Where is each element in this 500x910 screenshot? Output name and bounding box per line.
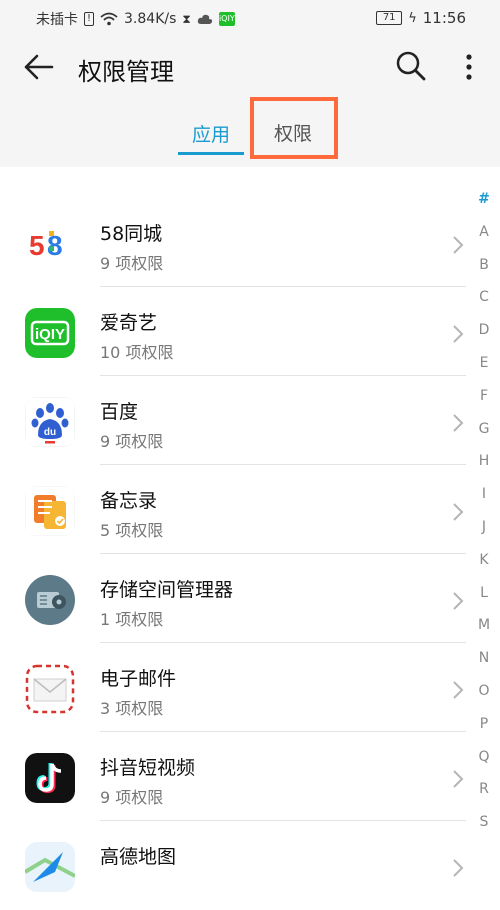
- app-name: 存储空间管理器: [100, 579, 234, 601]
- index-letter[interactable]: R: [472, 778, 496, 811]
- index-letter[interactable]: Q: [472, 746, 496, 779]
- tab-bar: 应用 权限: [0, 97, 500, 167]
- alert-icon: !: [84, 12, 95, 26]
- index-letter[interactable]: S: [472, 811, 496, 844]
- index-letter[interactable]: E: [472, 352, 496, 385]
- email-icon: [25, 664, 75, 714]
- charging-icon: ϟ: [408, 10, 417, 26]
- 58-tongcheng-icon: 5 8: [25, 219, 75, 269]
- app-notification-icon: iQIY: [218, 12, 235, 26]
- chevron-right-icon: [453, 414, 464, 432]
- list-item[interactable]: iQIY 爱奇艺 10 项权限: [0, 287, 470, 376]
- list-item[interactable]: 存储空间管理器 1 项权限: [0, 554, 470, 643]
- tab-permissions[interactable]: 权限: [250, 97, 338, 159]
- svg-text:iQIY: iQIY: [35, 326, 65, 343]
- more-options-icon[interactable]: [460, 50, 478, 84]
- app-name: 58同城: [100, 223, 163, 245]
- app-permission-count: 10 项权限: [100, 343, 174, 362]
- app-name: 高德地图: [100, 846, 177, 868]
- alphabet-index[interactable]: # A B C D E F G H I J K L M N O P Q R S: [472, 188, 496, 844]
- app-name: 备忘录: [100, 490, 158, 512]
- chevron-right-icon: [453, 681, 464, 699]
- index-letter[interactable]: D: [472, 319, 496, 352]
- tab-active-indicator: [178, 152, 244, 155]
- svg-text:du: du: [44, 427, 56, 438]
- app-name: 电子邮件: [100, 668, 177, 690]
- index-letter[interactable]: G: [472, 418, 496, 451]
- douyin-icon: [25, 753, 75, 803]
- app-permission-count: 3 项权限: [100, 699, 164, 718]
- app-permission-count: 9 项权限: [100, 432, 164, 451]
- chevron-right-icon: [453, 503, 464, 521]
- cloud-icon: [197, 14, 213, 24]
- app-permission-count: 9 项权限: [100, 788, 164, 807]
- index-letter[interactable]: #: [472, 188, 496, 221]
- index-letter[interactable]: F: [472, 385, 496, 418]
- app-bar: 权限管理: [0, 36, 500, 100]
- chevron-right-icon: [453, 859, 464, 877]
- index-letter[interactable]: B: [472, 254, 496, 287]
- app-permission-count: 9 项权限: [100, 254, 164, 273]
- amap-icon: [25, 842, 75, 892]
- chevron-right-icon: [453, 770, 464, 788]
- iqiyi-icon: iQIY: [25, 308, 75, 358]
- status-bar: 未插卡 ! 3.84K/s ⧗ iQIY 71 ϟ 11:56: [0, 0, 500, 36]
- hourglass-icon: ⧗: [182, 11, 191, 26]
- page-title: 权限管理: [78, 58, 174, 86]
- list-item[interactable]: 电子邮件 3 项权限: [0, 643, 470, 732]
- index-letter[interactable]: H: [472, 450, 496, 483]
- index-letter[interactable]: L: [472, 582, 496, 615]
- baidu-icon: du: [25, 397, 75, 447]
- list-item[interactable]: du 百度 9 项权限: [0, 376, 470, 465]
- tab-apps[interactable]: 应用: [178, 120, 244, 147]
- network-speed: 3.84K/s: [124, 11, 177, 27]
- app-permission-count: 5 项权限: [100, 521, 164, 540]
- index-letter[interactable]: M: [472, 614, 496, 647]
- chevron-right-icon: [453, 236, 464, 254]
- index-letter[interactable]: C: [472, 286, 496, 319]
- tab-permissions-label: 权限: [273, 123, 312, 145]
- battery-icon: 71: [376, 11, 403, 25]
- clock: 11:56: [422, 9, 466, 27]
- list-item[interactable]: 5 8 58同城 9 项权限: [0, 198, 470, 287]
- chevron-right-icon: [453, 325, 464, 343]
- notes-icon: [25, 486, 75, 536]
- app-name: 百度: [100, 401, 139, 423]
- status-right: 71 ϟ 11:56: [376, 9, 466, 27]
- index-letter[interactable]: P: [472, 713, 496, 746]
- status-left: 未插卡 ! 3.84K/s ⧗ iQIY: [36, 9, 235, 29]
- carrier-text: 未插卡: [36, 12, 78, 28]
- index-letter[interactable]: J: [472, 516, 496, 549]
- back-arrow-icon[interactable]: [22, 50, 56, 84]
- svg-text:5: 5: [29, 230, 45, 261]
- chevron-right-icon: [453, 592, 464, 610]
- list-item[interactable]: 备忘录 5 项权限: [0, 465, 470, 554]
- index-letter[interactable]: O: [472, 680, 496, 713]
- wifi-icon: [100, 12, 118, 26]
- index-letter[interactable]: K: [472, 549, 496, 582]
- app-name: 抖音短视频: [100, 757, 196, 779]
- index-letter[interactable]: A: [472, 221, 496, 254]
- list-item[interactable]: 抖音短视频 9 项权限: [0, 732, 470, 821]
- app-name: 爱奇艺: [100, 312, 158, 334]
- storage-manager-icon: [25, 575, 75, 625]
- app-permission-count: 1 项权限: [100, 610, 164, 629]
- index-letter[interactable]: N: [472, 647, 496, 680]
- index-letter[interactable]: I: [472, 483, 496, 516]
- search-icon[interactable]: [395, 50, 427, 82]
